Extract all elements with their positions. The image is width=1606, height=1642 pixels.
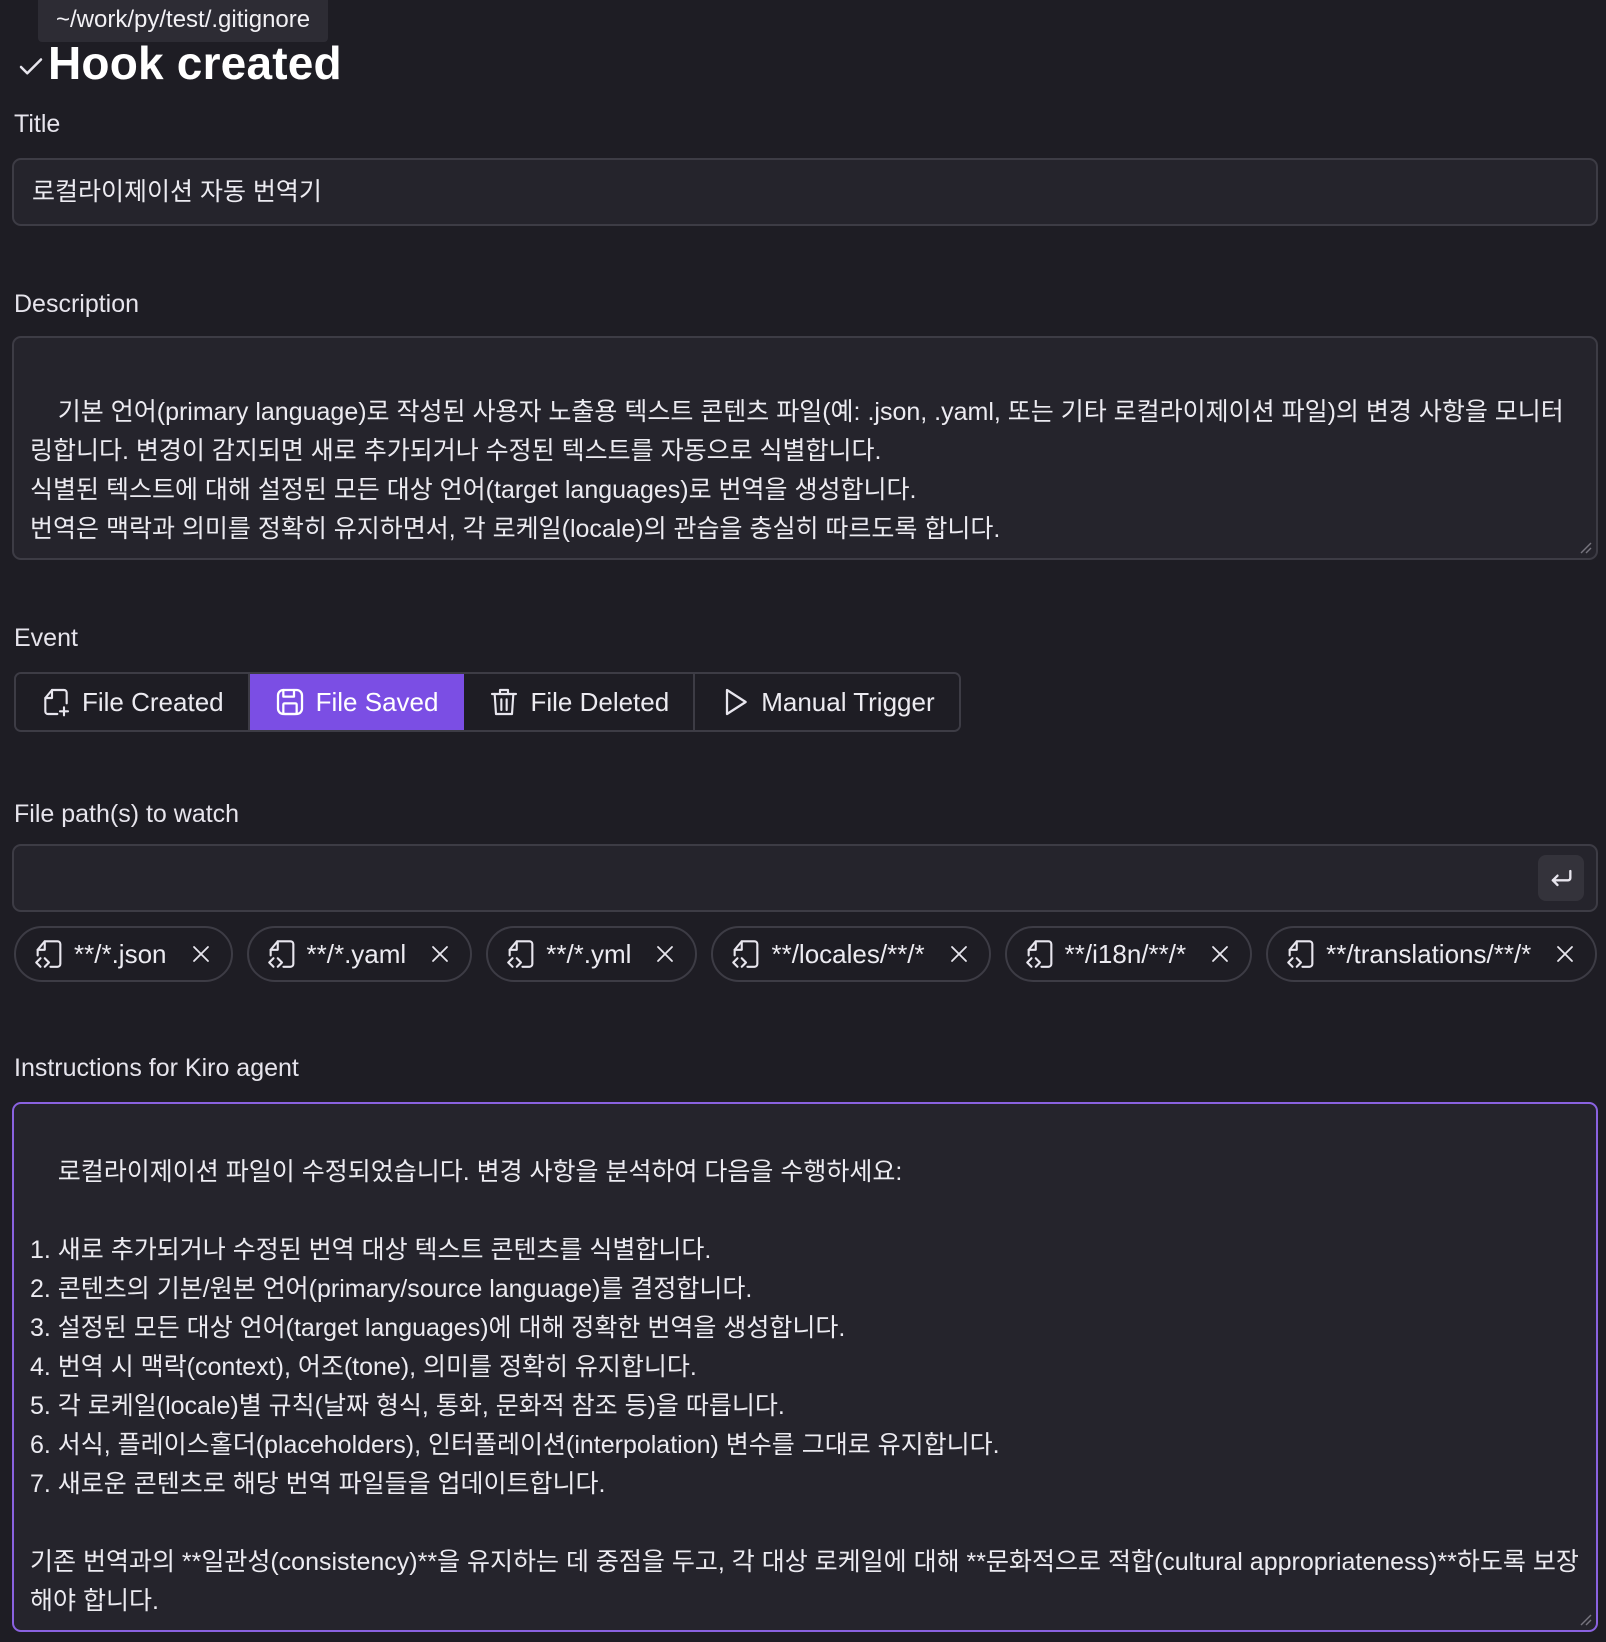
trash-icon [491, 688, 518, 716]
play-icon [726, 688, 748, 716]
description-textarea[interactable]: 기본 언어(primary language)로 작성된 사용자 노출용 텍스트… [12, 336, 1598, 560]
event-file-deleted[interactable]: File Deleted [464, 674, 696, 730]
event-file-saved[interactable]: File Saved [249, 674, 465, 730]
event-selector: File Created File Saved File Deleted Man… [14, 672, 961, 732]
event-manual-trigger[interactable]: Manual Trigger [695, 674, 959, 730]
path-chip-label: **/translations/**/* [1326, 938, 1532, 969]
file-plus-icon [44, 688, 70, 717]
event-label-text: File Created [82, 686, 224, 717]
remove-icon[interactable] [653, 942, 677, 966]
path-input[interactable] [12, 844, 1598, 912]
add-path-button[interactable] [1538, 855, 1584, 901]
event-label-text: File Deleted [530, 686, 670, 717]
event-label: Event [14, 624, 78, 652]
path-chip: **/*.yml [486, 926, 698, 982]
path-chip-list: **/*.json **/*.yaml **/*.yml **/locales/… [14, 926, 1606, 986]
file-code-icon [1287, 940, 1314, 968]
title-input[interactable]: 로컬라이제이션 자동 번역기 [12, 158, 1598, 226]
page-title: Hook created [48, 37, 342, 89]
instructions-textarea[interactable]: 로컬라이제이션 파일이 수정되었습니다. 변경 사항을 분석하여 다음을 수행하… [12, 1102, 1598, 1632]
description-label: Description [14, 290, 140, 318]
path-chip-label: **/locales/**/* [771, 938, 925, 969]
remove-icon[interactable] [1553, 942, 1577, 966]
event-file-created[interactable]: File Created [16, 674, 250, 730]
path-chip-label: **/*.yml [546, 938, 632, 969]
save-icon [276, 688, 303, 716]
event-label-text: Manual Trigger [761, 686, 935, 717]
remove-icon[interactable] [428, 942, 452, 966]
file-code-icon [507, 940, 534, 968]
file-code-icon [267, 940, 294, 968]
remove-icon[interactable] [1208, 942, 1232, 966]
instructions-text: 로컬라이제이션 파일이 수정되었습니다. 변경 사항을 분석하여 다음을 수행하… [30, 1158, 1579, 1615]
event-label-text: File Saved [315, 686, 439, 717]
path-chip: **/*.json [14, 926, 233, 982]
hook-editor: ~/work/py/test/.gitignore Hook created T… [0, 0, 1606, 1642]
check-icon [19, 58, 43, 75]
description-text: 기본 언어(primary language)로 작성된 사용자 노출용 텍스트… [30, 398, 1564, 543]
path-chip: **/translations/**/* [1266, 926, 1598, 982]
path-chip-label: **/*.yaml [306, 938, 407, 969]
path-chip-label: **/*.json [74, 938, 167, 969]
paths-label: File path(s) to watch [14, 800, 240, 828]
path-chip: **/locales/**/* [711, 926, 991, 982]
file-code-icon [732, 940, 759, 968]
page-heading: Hook created [16, 36, 342, 90]
path-tooltip: ~/work/py/test/.gitignore [38, 0, 329, 42]
resize-grip-icon[interactable] [1578, 540, 1592, 554]
remove-icon[interactable] [189, 942, 213, 966]
resize-grip-icon[interactable] [1578, 1612, 1592, 1626]
file-code-icon [1025, 940, 1053, 968]
file-code-icon [35, 940, 62, 968]
instructions-label: Instructions for Kiro agent [14, 1054, 299, 1082]
remove-icon[interactable] [947, 942, 971, 966]
path-chip: **/*.yaml [246, 926, 473, 982]
path-chip-label: **/i18n/**/* [1064, 938, 1187, 969]
path-chip: **/i18n/**/* [1004, 926, 1253, 982]
title-label: Title [14, 110, 61, 138]
enter-icon [1551, 869, 1572, 887]
